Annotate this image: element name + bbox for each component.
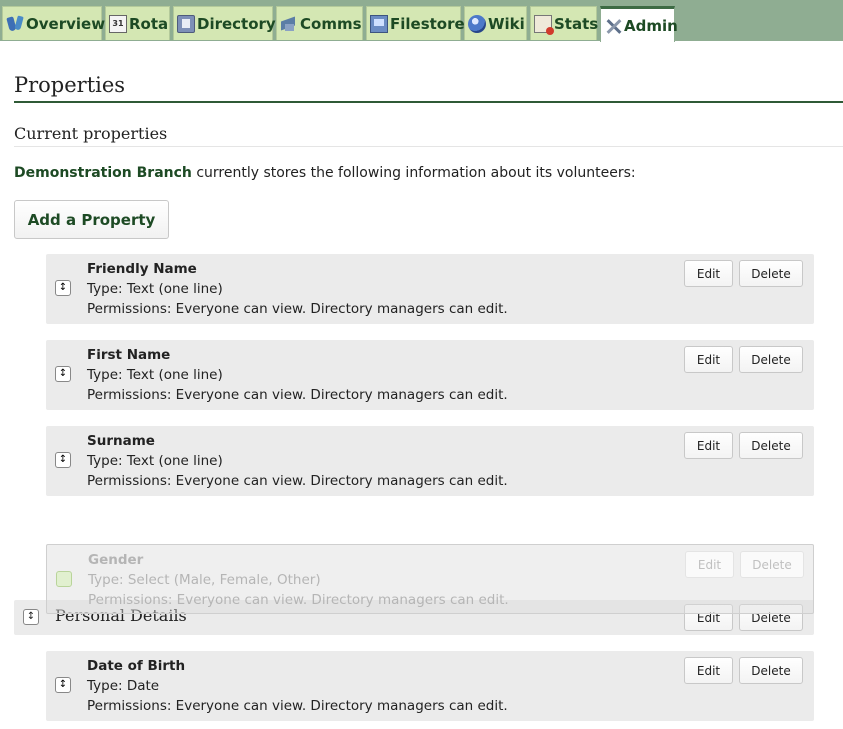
section-title: Current properties (14, 124, 168, 143)
drag-handle-icon[interactable]: ↕ (55, 280, 71, 296)
property-row: ↕ First Name Type: Text (one line) Permi… (46, 340, 814, 410)
calendar-icon: 31 (109, 14, 127, 33)
add-property-button[interactable]: Add a Property (14, 200, 169, 239)
tab-directory[interactable]: Directory (173, 6, 276, 40)
delete-button[interactable]: Delete (739, 432, 803, 459)
property-name: Gender (88, 552, 144, 568)
drag-handle-icon[interactable]: ↕ (23, 609, 39, 625)
tab-wiki[interactable]: Wiki (464, 6, 527, 40)
overview-icon (6, 15, 24, 33)
property-type: Type: Text (one line) (87, 453, 223, 469)
property-permissions: Permissions: Everyone can view. Director… (87, 473, 508, 489)
tab-overview[interactable]: Overview (2, 6, 106, 40)
tab-admin[interactable]: Admin (600, 6, 678, 42)
property-row: ↕ Friendly Name Type: Text (one line) Pe… (46, 254, 814, 324)
tab-stats[interactable]: Stats (530, 6, 599, 40)
tab-label: Wiki (488, 14, 525, 33)
property-permissions: Permissions: Everyone can view. Director… (87, 301, 508, 317)
drag-handle-icon[interactable] (56, 571, 72, 587)
page-title: Properties (14, 73, 126, 97)
property-type: Type: Date (87, 678, 160, 694)
tab-label: Overview (26, 14, 106, 33)
property-permissions: Permissions: Everyone can view. Director… (88, 592, 509, 608)
property-permissions: Permissions: Everyone can view. Director… (87, 387, 508, 403)
property-name: First Name (87, 347, 171, 363)
edit-button[interactable]: Edit (684, 432, 733, 459)
tab-label: Directory (197, 14, 276, 33)
dragging-property-row[interactable]: Gender Type: Select (Male, Female, Other… (46, 544, 814, 614)
property-name: Friendly Name (87, 261, 197, 277)
edit-button[interactable]: Edit (685, 551, 734, 578)
tab-comms[interactable]: Comms (276, 6, 363, 40)
intro-text: Demonstration Branch currently stores th… (14, 165, 636, 181)
title-divider (14, 101, 843, 103)
top-nav-bar: Overview 31 Rota Directory Comms Filesto… (0, 0, 843, 42)
intro-description: currently stores the following informati… (191, 165, 636, 181)
tab-label: Comms (300, 14, 362, 33)
property-name: Surname (87, 433, 155, 449)
tab-label: Filestore (390, 14, 465, 33)
delete-button[interactable]: Delete (739, 346, 803, 373)
directory-icon (177, 14, 195, 33)
property-type: Type: Text (one line) (87, 367, 223, 383)
property-row: ↕ Date of Birth Type: Date Permissions: … (46, 651, 814, 721)
filestore-icon (370, 14, 388, 33)
delete-button[interactable]: Delete (739, 260, 803, 287)
tab-rota[interactable]: 31 Rota (105, 6, 170, 40)
property-name: Date of Birth (87, 658, 186, 674)
stats-icon (534, 14, 554, 35)
organisation-name: Demonstration Branch (14, 165, 192, 181)
tab-label: Admin (624, 16, 678, 35)
admin-tools-icon (604, 17, 622, 35)
section-divider (14, 146, 843, 147)
drag-handle-icon[interactable]: ↕ (55, 677, 71, 693)
property-type: Type: Text (one line) (87, 281, 223, 297)
tab-label: Stats (554, 14, 599, 33)
property-permissions: Permissions: Everyone can view. Director… (87, 698, 508, 714)
edit-button[interactable]: Edit (684, 346, 733, 373)
property-type: Type: Select (Male, Female, Other) (88, 572, 321, 588)
edit-button[interactable]: Edit (684, 657, 733, 684)
edit-button[interactable]: Edit (684, 260, 733, 287)
comms-icon (280, 15, 298, 33)
delete-button[interactable]: Delete (739, 657, 803, 684)
delete-button[interactable]: Delete (740, 551, 804, 578)
tab-filestore[interactable]: Filestore (366, 6, 465, 40)
tab-label: Rota (129, 14, 169, 33)
wiki-icon (468, 14, 486, 33)
drag-handle-icon[interactable]: ↕ (55, 452, 71, 468)
property-row: ↕ Surname Type: Text (one line) Permissi… (46, 426, 814, 496)
drag-handle-icon[interactable]: ↕ (55, 366, 71, 382)
